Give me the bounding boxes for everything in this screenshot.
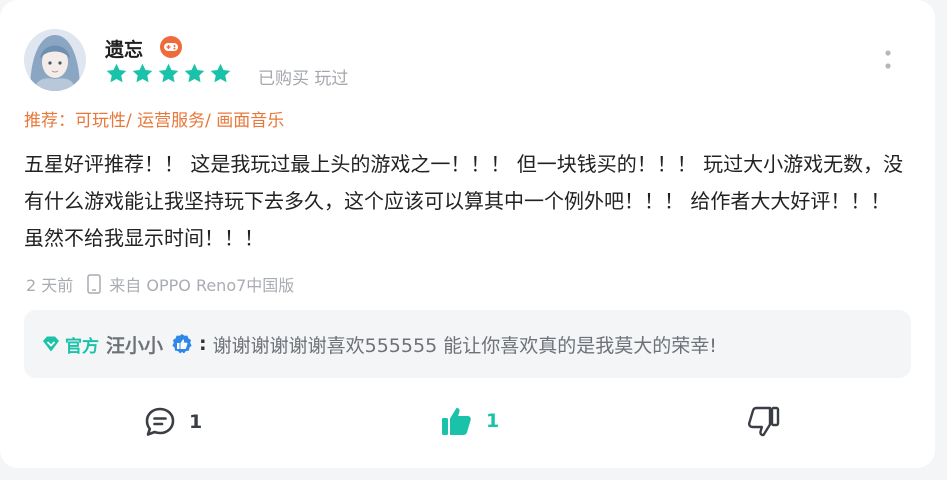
review-card: 遗忘 已购买 玩过 推荐：可玩性/ 运营服务/ 画面音乐 五星好评推荐！！ 这是… (0, 0, 935, 468)
comment-button[interactable]: 1 (143, 405, 202, 439)
rating-stars (105, 62, 232, 85)
official-diamond-icon (43, 336, 59, 352)
official-label: 官方 (65, 336, 99, 357)
more-options-button[interactable] (878, 47, 898, 73)
user-avatar[interactable] (24, 29, 86, 91)
purchase-status: 已购买 玩过 (258, 69, 349, 89)
phone-icon (87, 274, 102, 294)
more-vertical-icon (885, 50, 891, 69)
reply-text: 谢谢谢谢谢谢喜欢555555 能让你喜欢真的是我莫大的荣幸! (212, 334, 717, 357)
reply-separator: : (199, 333, 207, 355)
like-count: 1 (486, 410, 500, 432)
review-time: 2 天前 (26, 276, 74, 295)
star-icon (132, 63, 153, 83)
developer-reply[interactable]: 官方 汪小小 : 谢谢谢谢谢谢喜欢555555 能让你喜欢真的是我莫大的荣幸! (24, 310, 911, 378)
avatar-image (24, 29, 86, 91)
star-icon (210, 63, 231, 83)
star-icon (184, 63, 205, 83)
recommend-tags: 推荐：可玩性/ 运营服务/ 画面音乐 (24, 111, 285, 131)
action-bar: 1 1 (0, 400, 935, 444)
review-device: 来自 OPPO Reno7中国版 (109, 276, 295, 295)
comment-icon (145, 407, 175, 436)
comment-count: 1 (189, 411, 203, 433)
star-icon (106, 63, 127, 83)
gamepad-badge-icon (159, 35, 183, 59)
username[interactable]: 遗忘 (105, 35, 143, 62)
review-meta: 2 天前 来自 OPPO Reno7中国版 (26, 272, 294, 296)
developer-name[interactable]: 汪小小 (106, 331, 163, 358)
thumbs-up-icon (442, 407, 471, 435)
star-icon (158, 63, 179, 83)
dislike-button[interactable] (746, 405, 780, 439)
review-content: 五星好评推荐！！ 这是我玩过最上头的游戏之一！！！ 但一块钱买的！！！ 玩过大小… (24, 152, 904, 250)
thumbs-down-icon (747, 406, 780, 437)
verified-thumb-icon (172, 334, 192, 354)
like-button[interactable]: 1 (440, 404, 499, 438)
